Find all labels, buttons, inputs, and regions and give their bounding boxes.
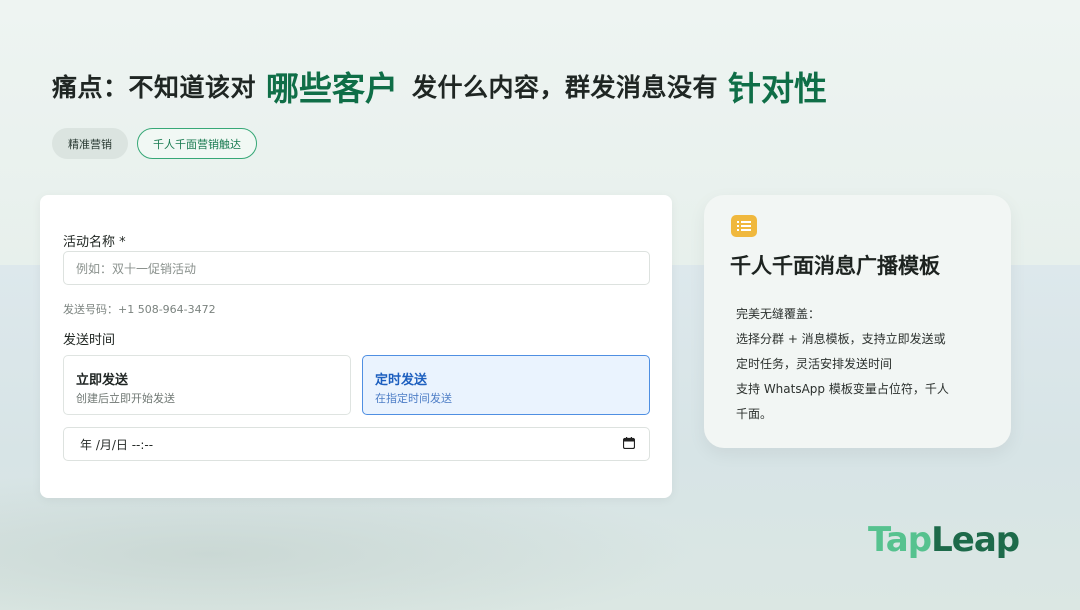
calendar-icon[interactable] [623, 437, 635, 449]
headline-highlight-2: 针对性 [728, 69, 828, 108]
schedule-datetime-input[interactable]: 年 /月/日 --:-- [63, 427, 650, 461]
chip-personalized-marketing[interactable]: 千人千面营销触达 [137, 128, 257, 159]
info-line-2: 选择分群 + 消息模板，支持立即发送或 [736, 332, 946, 346]
campaign-name-label: 活动名称 * [63, 235, 126, 250]
page-headline: 痛点：不知道该对 哪些客户 发什么内容，群发消息没有 针对性 [52, 58, 1032, 114]
option-send-now[interactable]: 立即发送 创建后立即开始发送 [63, 355, 351, 415]
headline-part-1: 痛点：不知道该对 [52, 73, 257, 102]
info-line-1: 完美无缝覆盖： [736, 307, 821, 321]
taplead-logo: TapLeap [868, 520, 1020, 568]
option-scheduled-subtitle: 在指定时间发送 [375, 392, 452, 405]
option-send-now-title: 立即发送 [76, 373, 129, 388]
datetime-value: 年 /月/日 --:-- [80, 437, 154, 452]
logo-part-1: Tap [868, 520, 932, 560]
info-line-5: 千面。 [736, 407, 773, 421]
campaign-name-placeholder: 例如：双十一促销活动 [76, 261, 197, 276]
campaign-name-input[interactable]: 例如：双十一促销活动 [63, 251, 650, 285]
list-icon [731, 215, 757, 237]
option-scheduled-title: 定时发送 [375, 373, 428, 388]
info-line-3: 定时任务，灵活安排发送时间 [736, 357, 893, 371]
headline-part-2: 发什么内容，群发消息没有 [412, 73, 719, 102]
campaign-form-card: 活动名称 * 例如：双十一促销活动 发送号码：+1 508-964-3472 发… [40, 195, 672, 498]
headline-highlight-1: 哪些客户 [266, 69, 399, 108]
logo-part-2: Leap [931, 520, 1020, 560]
chip-precision-marketing[interactable]: 精准营销 [52, 128, 128, 159]
template-info-card: 千人千面消息广播模板 完美无缝覆盖： 选择分群 + 消息模板，支持立即发送或 定… [704, 195, 1011, 448]
info-line-4: 支持 WhatsApp 模板变量占位符，千人 [736, 382, 949, 396]
option-send-now-subtitle: 创建后立即开始发送 [76, 392, 175, 405]
template-info-title: 千人千面消息广播模板 [730, 254, 940, 278]
send-time-label: 发送时间 [63, 333, 116, 348]
sender-number-hint: 发送号码：+1 508-964-3472 [63, 303, 216, 316]
option-scheduled-send[interactable]: 定时发送 在指定时间发送 [362, 355, 650, 415]
